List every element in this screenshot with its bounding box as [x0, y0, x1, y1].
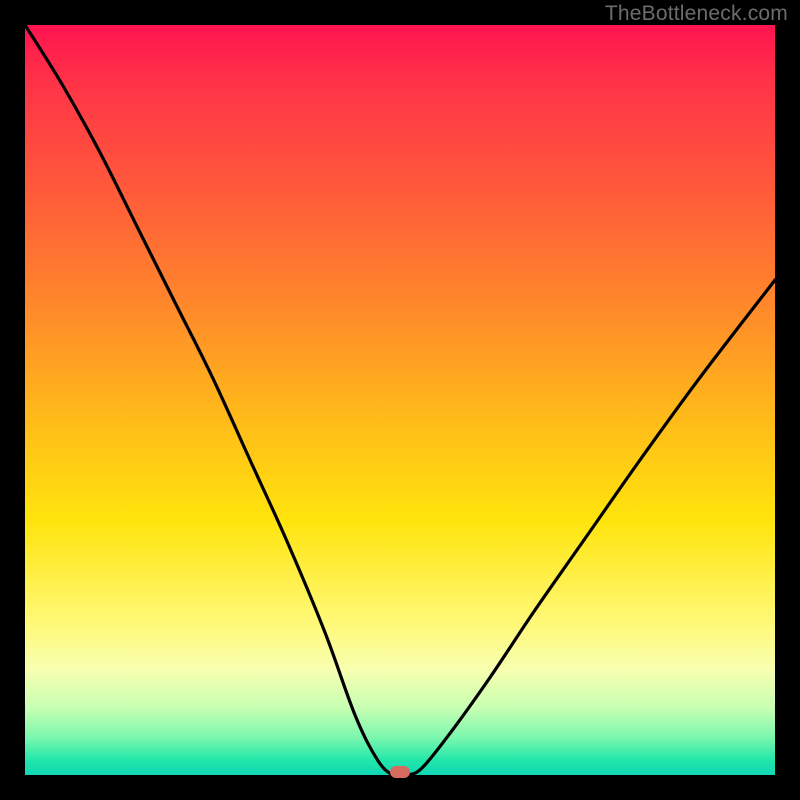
bottleneck-curve — [25, 25, 775, 775]
watermark-text: TheBottleneck.com — [605, 2, 788, 26]
plot-frame — [25, 25, 775, 775]
stage: TheBottleneck.com — [0, 0, 800, 800]
curve-path — [25, 25, 775, 776]
optimum-marker — [390, 766, 410, 778]
